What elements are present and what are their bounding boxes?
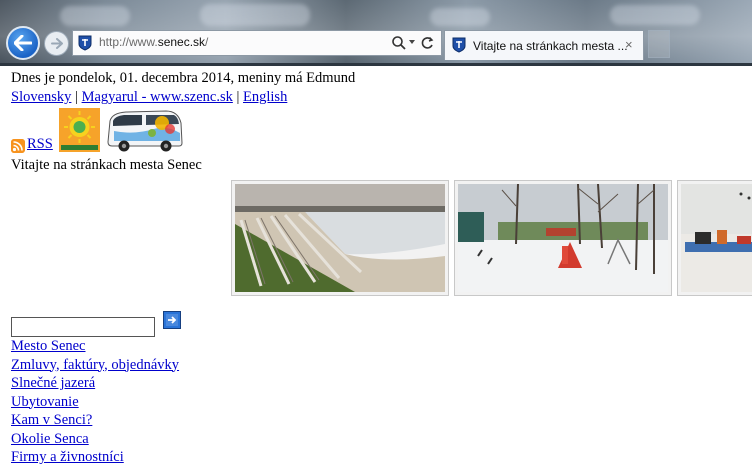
arrow-right-icon: [166, 314, 178, 326]
gallery-photo-lake-beach[interactable]: [231, 180, 449, 296]
menu-link-firmy[interactable]: Firmy a živnostníci: [11, 449, 124, 465]
lang-link-english[interactable]: English: [243, 89, 287, 105]
web-page: Dnes je pondelok, 01. decembra 2014, men…: [0, 66, 752, 465]
forward-arrow-icon: [50, 38, 63, 49]
menu-link-slnecne-jazera[interactable]: Slnečné jazerá: [11, 375, 95, 391]
rss-link[interactable]: RSS: [27, 136, 53, 153]
back-button[interactable]: [6, 26, 40, 60]
new-tab-button[interactable]: [648, 30, 670, 58]
site-favicon-icon: [78, 35, 92, 51]
menu-link-ubytovanie[interactable]: Ubytovanie: [11, 394, 79, 410]
language-links: Slovensky | Magyarul - www.szenc.sk | En…: [11, 89, 287, 106]
lang-link-slovak[interactable]: Slovensky: [11, 89, 71, 105]
lang-separator: |: [71, 89, 82, 105]
date-greeting: Dnes je pondelok, 01. decembra 2014, men…: [11, 70, 356, 86]
search-submit-button[interactable]: [163, 311, 181, 329]
tab-close-icon[interactable]: ×: [625, 37, 633, 52]
gallery-photo-snowy-playground[interactable]: [454, 180, 672, 296]
rss-icon[interactable]: [11, 139, 25, 153]
minibus-image[interactable]: [104, 109, 184, 153]
tab-favicon-icon: [452, 37, 466, 53]
welcome-text: Vitajte na stránkach mesta Senec: [11, 157, 202, 173]
gallery-photo-frozen-lake[interactable]: [677, 180, 752, 296]
lang-separator: |: [232, 89, 244, 105]
browser-tab-active[interactable]: Vitajte na stránkach mesta ... ×: [444, 30, 644, 60]
side-menu: Mesto Senec Zmluvy, faktúry, objednávky …: [11, 337, 179, 467]
browser-chrome: http://www.senec.sk/ Vitajte na stránkac…: [0, 0, 752, 66]
dropdown-arrow-icon[interactable]: [409, 40, 415, 44]
menu-link-kam-v-senci[interactable]: Kam v Senci?: [11, 412, 92, 428]
address-url: http://www.senec.sk/: [99, 35, 209, 49]
menu-link-mesto-senec[interactable]: Mesto Senec: [11, 338, 86, 354]
lang-link-hungarian[interactable]: Magyarul - www.szenc.sk: [82, 89, 233, 105]
greenlight-logo-icon[interactable]: [59, 108, 100, 152]
back-arrow-icon: [14, 35, 32, 51]
tab-title: Vitajte na stránkach mesta ...: [473, 39, 628, 53]
address-bar[interactable]: http://www.senec.sk/: [72, 30, 442, 56]
refresh-icon[interactable]: [419, 35, 435, 51]
site-search-input[interactable]: [11, 317, 155, 337]
forward-button[interactable]: [44, 31, 69, 56]
menu-link-zmluvy[interactable]: Zmluvy, faktúry, objednávky: [11, 357, 179, 373]
search-icon[interactable]: [391, 35, 407, 51]
menu-link-okolie-senca[interactable]: Okolie Senca: [11, 431, 89, 447]
